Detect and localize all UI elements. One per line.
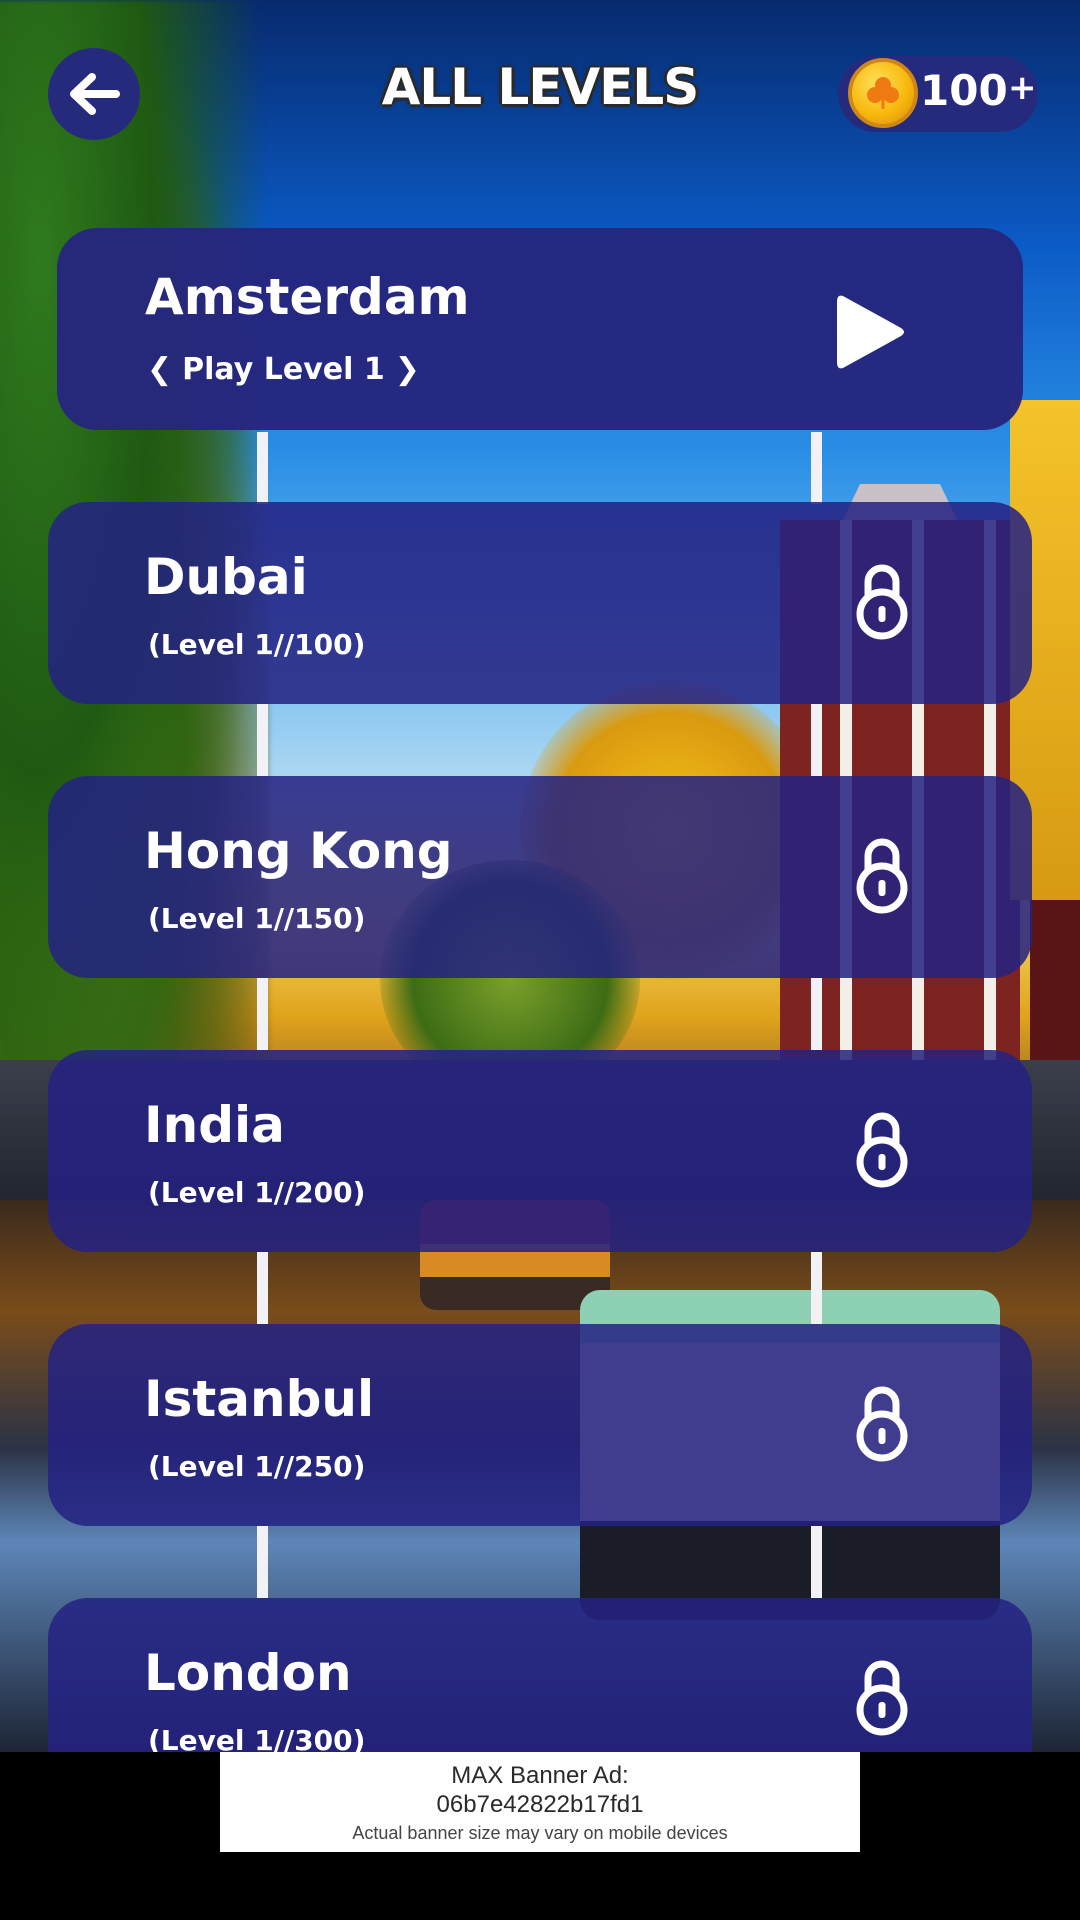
connector xyxy=(811,1252,822,1324)
padlock-icon xyxy=(856,1386,908,1462)
level-card-london[interactable]: London (Level 1//300) xyxy=(48,1598,1032,1752)
connector xyxy=(811,978,822,1050)
padlock-icon xyxy=(856,564,908,640)
level-card-dubai[interactable]: Dubai (Level 1//100) xyxy=(48,502,1032,704)
chevron-left-icon[interactable]: ❮ xyxy=(147,352,172,387)
level-name: Istanbul xyxy=(144,1370,375,1428)
level-list[interactable]: Amsterdam ❮ Play Level 1 ❯ Dubai (Level … xyxy=(0,0,1080,1752)
ad-title: MAX Banner Ad: xyxy=(451,1762,629,1789)
level-card-hong-kong[interactable]: Hong Kong (Level 1//150) xyxy=(48,776,1032,978)
level-progress: (Level 1//250) xyxy=(148,1450,366,1483)
clover-coin-icon xyxy=(848,58,918,128)
level-card-amsterdam[interactable]: Amsterdam ❮ Play Level 1 ❯ xyxy=(57,228,1023,430)
play-level-label: Play Level 1 xyxy=(182,352,385,387)
level-progress: (Level 1//300) xyxy=(148,1724,366,1752)
connector xyxy=(811,1526,822,1598)
chevron-right-icon[interactable]: ❯ xyxy=(395,352,420,387)
play-icon[interactable] xyxy=(835,292,907,372)
level-progress: (Level 1//100) xyxy=(148,628,366,661)
ad-id: 06b7e42822b17fd1 xyxy=(436,1791,644,1818)
clover-icon xyxy=(867,77,899,109)
padlock-icon xyxy=(856,838,908,914)
connector xyxy=(257,1526,268,1598)
padlock-icon xyxy=(856,1112,908,1188)
connector xyxy=(257,704,268,776)
coin-balance[interactable]: 100 + xyxy=(838,56,1038,132)
connector xyxy=(811,432,822,504)
level-card-istanbul[interactable]: Istanbul (Level 1//250) xyxy=(48,1324,1032,1526)
connector xyxy=(257,1252,268,1324)
play-level-selector[interactable]: ❮ Play Level 1 ❯ xyxy=(147,352,420,387)
add-coins-button[interactable]: + xyxy=(1008,68,1037,108)
connector xyxy=(811,704,822,776)
connector xyxy=(257,978,268,1050)
banner-ad[interactable]: MAX Banner Ad: 06b7e42822b17fd1 Actual b… xyxy=(220,1752,860,1852)
level-name: Hong Kong xyxy=(144,822,453,880)
connector xyxy=(257,432,268,504)
level-name: London xyxy=(144,1644,352,1702)
level-name: Amsterdam xyxy=(145,268,470,326)
ad-note: Actual banner size may vary on mobile de… xyxy=(352,1823,728,1843)
coin-count: 100 xyxy=(920,66,1008,115)
level-name: Dubai xyxy=(144,548,308,606)
level-card-india[interactable]: India (Level 1//200) xyxy=(48,1050,1032,1252)
level-progress: (Level 1//150) xyxy=(148,902,366,935)
level-progress: (Level 1//200) xyxy=(148,1176,366,1209)
padlock-icon xyxy=(856,1660,908,1736)
level-name: India xyxy=(144,1096,285,1154)
